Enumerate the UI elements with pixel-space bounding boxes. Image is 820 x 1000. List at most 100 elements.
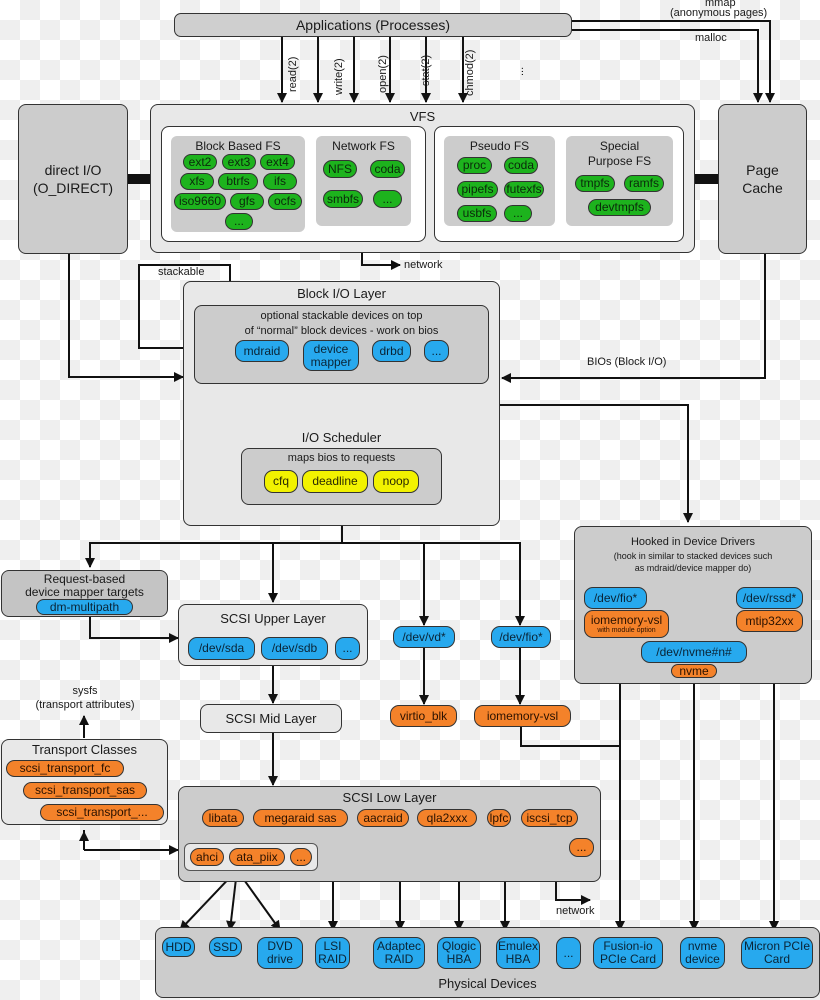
fs-usbfs: usbfs xyxy=(457,205,497,222)
device-fusion-io: Fusion-io PCIe Card xyxy=(593,937,663,969)
scsi-upper-title: SCSI Upper Layer xyxy=(220,611,326,626)
dev-vd: /dev/vd* xyxy=(393,626,455,648)
device-qlogic-hba: Qlogic HBA xyxy=(437,937,481,969)
driver-qla2xxx: qla2xxx xyxy=(417,809,477,827)
fs-btrfs: btrfs xyxy=(218,173,258,190)
driver-ahci: ahci xyxy=(190,848,224,866)
scsi-mid-title: SCSI Mid Layer xyxy=(225,711,317,726)
page-cache-box: Page Cache xyxy=(718,104,807,254)
network-fs-group: Network FS xyxy=(316,136,411,226)
block-fs-title: Block Based FS xyxy=(195,139,281,153)
hooked-drivers-desc: (hook in similar to stacked devices such… xyxy=(613,551,773,573)
driver-ata-piix: ata_piix xyxy=(229,848,285,866)
hooked-dev-fio: /dev/fio* xyxy=(584,587,647,609)
vfs-title: VFS xyxy=(409,109,436,124)
syscall-write: write(2) xyxy=(333,58,345,95)
fs-coda-net: coda xyxy=(370,160,405,178)
mmap-note-label: (anonymous pages) xyxy=(670,7,768,19)
page-cache-label: Page Cache xyxy=(742,162,783,196)
device-dvd-drive: DVD drive xyxy=(257,937,303,969)
dm-multipath: dm-multipath xyxy=(36,599,133,615)
fs-ext3: ext3 xyxy=(222,154,256,170)
io-scheduler-title: I/O Scheduler xyxy=(301,430,382,445)
scsi-dev-sdb: /dev/sdb xyxy=(261,637,328,660)
fs-block-more: ... xyxy=(225,213,253,230)
fs-pipefs: pipefs xyxy=(457,181,498,198)
device-ssd: SSD xyxy=(209,937,242,957)
stack-drbd: drbd xyxy=(372,340,411,362)
fs-proc: proc xyxy=(457,157,492,174)
bios-label: BIOs (Block I/O) xyxy=(587,356,667,368)
device-adaptec-raid: Adaptec RAID xyxy=(373,937,425,969)
fs-nfs: NFS xyxy=(323,160,357,178)
hooked-iomemory-vsl: iomemory-vsl with module option xyxy=(584,610,669,638)
fs-ramfs: ramfs xyxy=(624,175,664,192)
device-more: ... xyxy=(556,937,581,969)
syscall-open: open(2) xyxy=(377,55,389,93)
transport-title: Transport Classes xyxy=(32,742,137,757)
fs-futexfs: futexfs xyxy=(504,181,544,198)
fs-gfs: gfs xyxy=(230,193,264,210)
syscall-stat: stat(2) xyxy=(420,54,432,86)
applications-box: Applications (Processes) xyxy=(174,13,572,37)
vfs-network-label: network xyxy=(404,259,443,271)
driver-iomemory-vsl: iomemory-vsl xyxy=(474,705,571,727)
stackable-label: stackable xyxy=(158,266,205,278)
driver-low-more: ... xyxy=(569,838,594,857)
block-io-title: Block I/O Layer xyxy=(297,286,386,301)
hooked-drivers-title: Hooked in Device Drivers xyxy=(630,536,756,548)
transport-fc: scsi_transport_fc xyxy=(6,760,124,777)
scsi-dev-sda: /dev/sda xyxy=(188,637,255,660)
scsi-low-network-label: network xyxy=(556,905,595,917)
driver-megaraid-sas: megaraid sas xyxy=(253,809,348,827)
applications-title: Applications (Processes) xyxy=(295,17,451,33)
hooked-nvme: nvme xyxy=(671,664,717,678)
hooked-dev-rssd: /dev/rssd* xyxy=(736,587,803,609)
fs-ext4: ext4 xyxy=(260,154,295,170)
fs-xfs: xfs xyxy=(180,173,214,190)
fs-pseudo-more: ... xyxy=(504,205,532,222)
syscall-read: read(2) xyxy=(287,56,299,92)
scheduler-desc: maps bios to requests xyxy=(287,452,396,464)
driver-iscsi-tcp: iscsi_tcp xyxy=(521,809,578,827)
pseudo-fs-title: Pseudo FS xyxy=(469,139,530,153)
hooked-mtip32xx: mtip32xx xyxy=(736,610,803,632)
driver-libata-more: ... xyxy=(290,848,312,866)
stackable-desc: optional stackable devices on top of “no… xyxy=(244,310,439,337)
syscall-more: ... xyxy=(514,66,526,76)
scsi-mid-layer: SCSI Mid Layer xyxy=(200,704,342,733)
fs-coda-pseudo: coda xyxy=(504,157,538,174)
stack-mdraid: mdraid xyxy=(235,340,289,362)
transport-more: scsi_transport_... xyxy=(40,804,164,821)
device-emulex-hba: Emulex HBA xyxy=(496,937,540,969)
scheduler-noop: noop xyxy=(373,470,419,493)
special-fs-title: Special Purpose FS xyxy=(587,139,652,168)
fs-ifs: ifs xyxy=(263,173,297,190)
fs-network-more: ... xyxy=(373,190,402,208)
malloc-label: malloc xyxy=(695,32,727,44)
transport-sas: scsi_transport_sas xyxy=(23,782,147,799)
hooked-dev-nvme: /dev/nvme#n# xyxy=(641,641,747,663)
sysfs-label: sysfs (transport attributes) xyxy=(35,685,135,711)
request-dm-title: Request-based device mapper targets xyxy=(25,572,144,599)
driver-virtio-blk: virtio_blk xyxy=(390,705,457,727)
driver-aacraid: aacraid xyxy=(357,809,409,827)
scheduler-deadline: deadline xyxy=(302,470,368,493)
fs-smbfs: smbfs xyxy=(323,190,363,208)
dev-fio: /dev/fio* xyxy=(491,626,551,648)
fs-devtmpfs: devtmpfs xyxy=(588,199,651,216)
fs-ext2: ext2 xyxy=(183,154,217,170)
device-micron: Micron PCIe Card xyxy=(741,937,813,969)
fs-tmpfs: tmpfs xyxy=(575,175,615,192)
scsi-dev-more: ... xyxy=(335,637,360,660)
device-lsi-raid: LSI RAID xyxy=(315,937,350,969)
scsi-low-title: SCSI Low Layer xyxy=(342,790,437,805)
network-fs-title: Network FS xyxy=(332,139,395,153)
scheduler-cfq: cfq xyxy=(264,470,298,493)
driver-libata: libata xyxy=(202,809,244,827)
stack-more: ... xyxy=(424,340,449,362)
fs-ocfs: ocfs xyxy=(268,193,302,210)
stack-device-mapper: device mapper xyxy=(303,340,359,371)
direct-io-label: direct I/O (O_DIRECT) xyxy=(32,162,114,196)
device-nvme: nvme device xyxy=(680,937,725,969)
